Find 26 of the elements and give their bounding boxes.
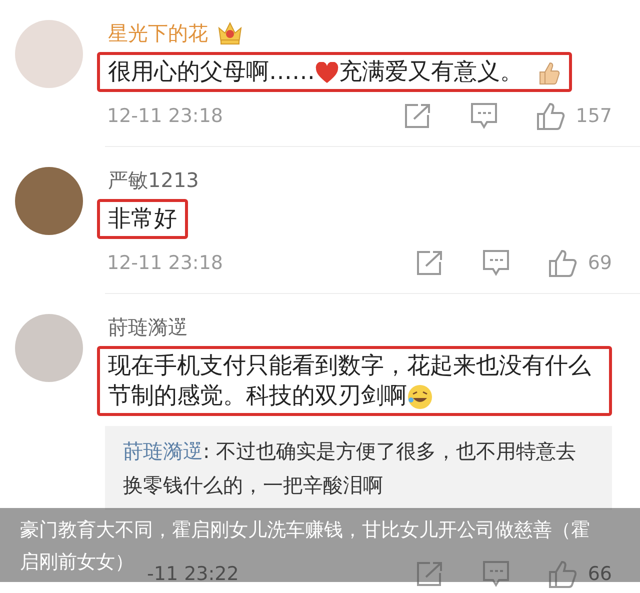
share-icon[interactable] (416, 561, 444, 587)
share-icon[interactable] (404, 103, 432, 129)
comment-text: 现在手机支付只能看到数字，花起来也没有什么节制的感觉。科技的双刃剑啊 (97, 346, 612, 416)
caption-text: 启刚前女女） (20, 550, 134, 575)
crown-icon (216, 20, 244, 46)
like-count: 157 (576, 105, 612, 127)
like-count: 69 (588, 252, 612, 274)
timestamp: -11 23:22 (147, 563, 240, 585)
comment-text: 很用心的父母啊…… 充满爱又有意义。 (97, 52, 572, 92)
caption-text: 豪门教育大不同，霍启刚女儿洗车赚钱，甘比女儿开公司做慈善（霍 (20, 518, 590, 543)
timestamp: 12-11 23:18 (107, 252, 224, 274)
thumbs-up-icon[interactable] (548, 559, 578, 589)
like-count: 66 (588, 563, 612, 585)
comment-icon[interactable] (482, 560, 510, 588)
thumbs-up-icon[interactable] (536, 101, 566, 131)
share-icon[interactable] (416, 250, 444, 276)
reply-text: 莳琏漪遻: 不过也确实是方便了很多，也不用特意去换零钱什么的，一把辛酸泪啊 (105, 426, 612, 510)
username[interactable]: 莳琏漪遻 (108, 314, 188, 340)
comment-icon[interactable] (482, 249, 510, 277)
comment-icon[interactable] (470, 102, 498, 130)
timestamp: 12-11 23:18 (107, 105, 224, 127)
laughing-face-icon (407, 384, 433, 410)
username[interactable]: 严敏1213 (108, 166, 199, 194)
heart-icon (315, 62, 339, 84)
thumbs-up-icon[interactable] (548, 248, 578, 278)
comment-text: 非常好 (97, 199, 188, 239)
